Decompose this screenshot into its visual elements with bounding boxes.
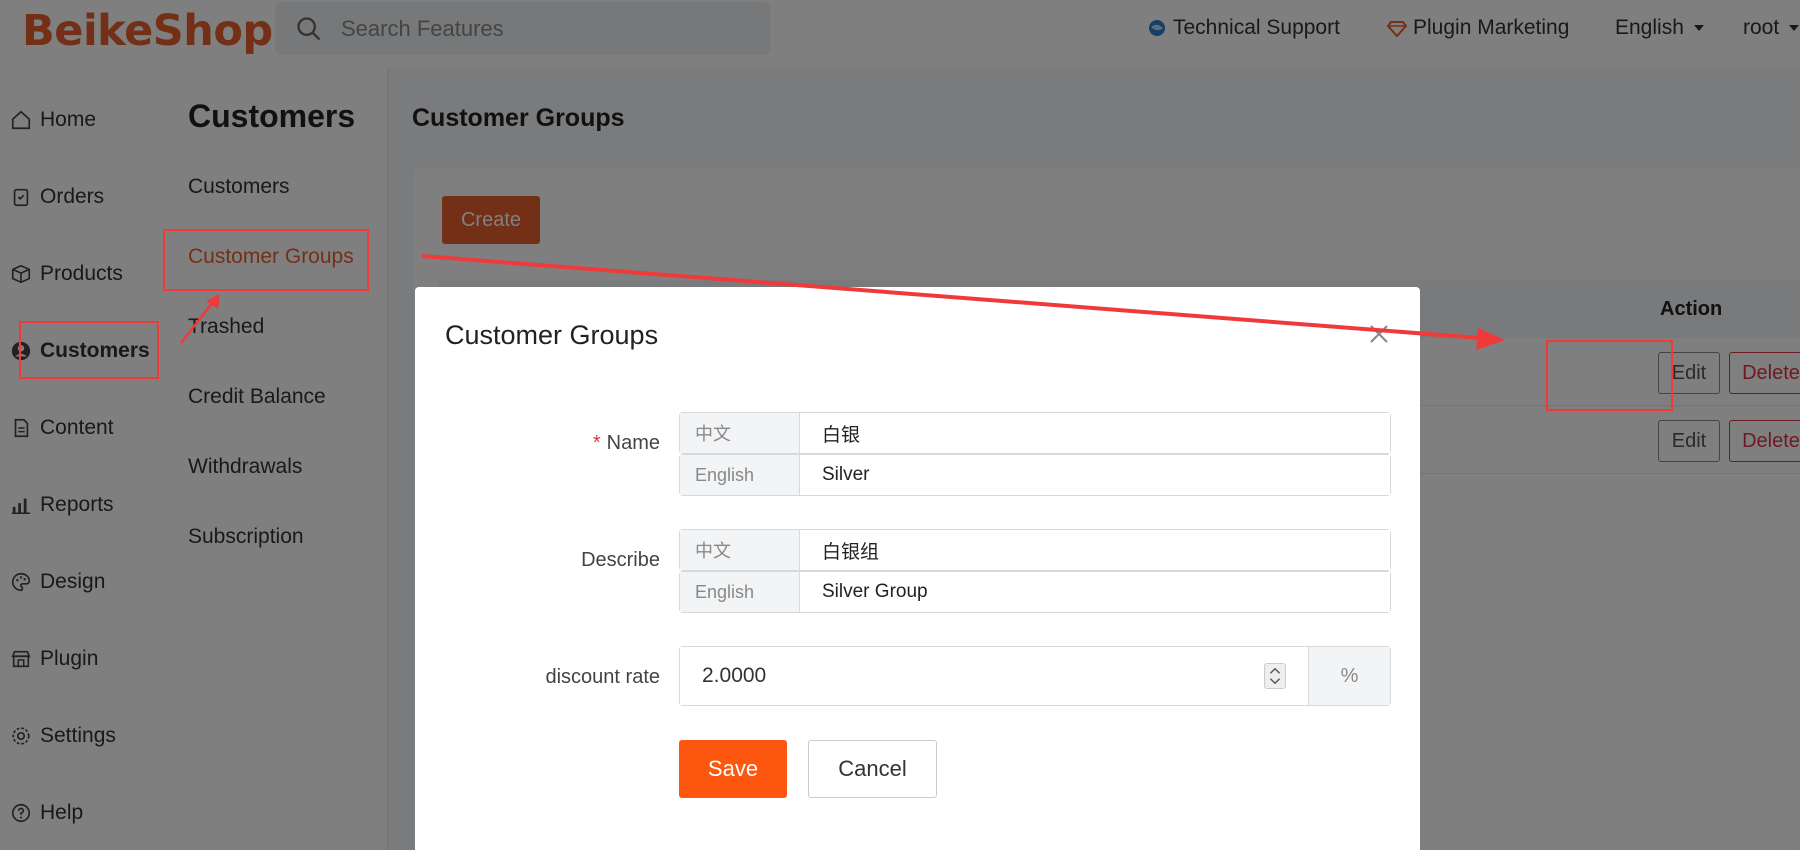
discount-rate-input[interactable] <box>680 647 1308 705</box>
discount-rate-group: % <box>679 646 1391 706</box>
highlight-box-customers <box>19 321 159 379</box>
name-field-group: 中文 English <box>679 412 1391 496</box>
customer-group-modal: Customer Groups *Name 中文 English Describ… <box>415 287 1420 850</box>
describe-field-group: 中文 English <box>679 529 1391 613</box>
highlight-box-customer-groups <box>163 229 369 291</box>
percent-suffix: % <box>1308 647 1390 705</box>
name-label-text: Name <box>606 432 660 454</box>
language-tag: English <box>680 455 800 495</box>
name-en-input[interactable] <box>800 455 1390 495</box>
modal-title: Customer Groups <box>445 320 659 350</box>
language-tag: 中文 <box>680 530 800 570</box>
describe-en-input[interactable] <box>800 572 1390 612</box>
close-icon[interactable] <box>1368 323 1390 345</box>
number-spinner-icon[interactable] <box>1264 663 1286 689</box>
name-zh-row: 中文 <box>679 412 1391 454</box>
describe-zh-input[interactable] <box>800 530 1390 570</box>
name-label: * Name <box>593 432 660 455</box>
describe-zh-row: 中文 <box>679 529 1391 571</box>
highlight-box-edit <box>1546 340 1673 411</box>
required-mark: * <box>592 432 601 454</box>
describe-label: Describe <box>581 549 660 571</box>
describe-en-row: English <box>679 571 1391 613</box>
name-zh-input[interactable] <box>800 413 1390 453</box>
cancel-button[interactable]: Cancel <box>808 740 937 798</box>
name-en-row: English <box>679 454 1391 496</box>
language-tag: English <box>680 572 800 612</box>
save-button[interactable]: Save <box>679 740 787 798</box>
discount-rate-label: discount rate <box>545 666 660 688</box>
language-tag: 中文 <box>680 413 800 453</box>
